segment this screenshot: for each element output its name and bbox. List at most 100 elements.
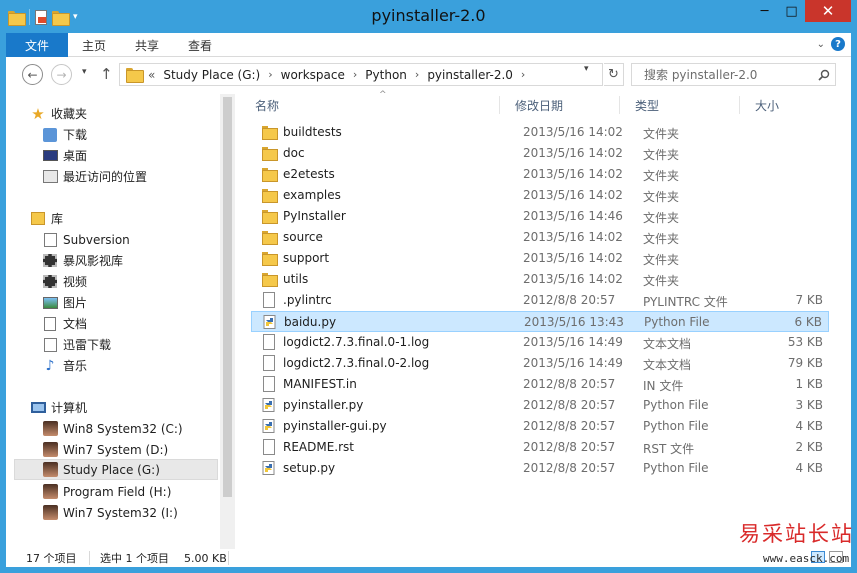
file-type: Python File	[643, 398, 709, 412]
tab-home[interactable]: 主页	[82, 33, 106, 57]
search-icon[interactable]	[818, 69, 830, 81]
file-size: 3 KB	[795, 398, 823, 412]
address-bar[interactable]: « Study Place (G:) › workspace › Python …	[119, 63, 603, 86]
file-row[interactable]: PyInstaller 2013/5/16 14:46 文件夹	[251, 206, 829, 227]
address-history-icon[interactable]: ▾	[584, 64, 589, 74]
nav-item-drive-d[interactable]: Win7 System (D:)	[42, 439, 168, 460]
search-input[interactable]: 搜索 pyinstaller-2.0	[631, 63, 836, 86]
file-row[interactable]: baidu.py 2013/5/16 13:43 Python File 6 KB	[251, 311, 829, 332]
nav-libraries[interactable]: 库	[30, 208, 63, 229]
music-icon: ♪	[45, 357, 55, 374]
file-row[interactable]: setup.py 2012/8/8 20:57 Python File 4 KB	[251, 458, 829, 479]
column-name[interactable]: 名称	[239, 94, 499, 116]
file-name: logdict2.7.3.final.0-1.log	[283, 335, 430, 349]
folder-icon	[261, 145, 278, 161]
nav-item-drive-h[interactable]: Program Field (H:)	[42, 481, 171, 502]
file-row[interactable]: source 2013/5/16 14:02 文件夹	[251, 227, 829, 248]
help-icon[interactable]: ?	[831, 37, 845, 51]
nav-item-subversion[interactable]: Subversion	[42, 229, 130, 250]
forward-button[interactable]: →	[51, 64, 72, 85]
tab-file[interactable]: 文件	[6, 33, 68, 57]
up-button[interactable]: ↑	[100, 65, 113, 83]
nav-item-xunlei[interactable]: 迅雷下载	[42, 334, 111, 355]
file-row[interactable]: doc 2013/5/16 14:02 文件夹	[251, 143, 829, 164]
breadcrumb-workspace[interactable]: workspace	[281, 68, 345, 82]
nav-item-drive-i[interactable]: Win7 System32 (I:)	[42, 502, 178, 523]
breadcrumb-python[interactable]: Python	[365, 68, 407, 82]
recent-locations-icon[interactable]: ▾	[82, 67, 87, 77]
nav-item-drive-c[interactable]: Win8 System32 (C:)	[42, 418, 183, 439]
video-icon	[43, 275, 57, 288]
nav-item-baofeng[interactable]: 暴风影视库	[42, 250, 123, 271]
address-overflow[interactable]: «	[148, 68, 155, 82]
selection-count: 选中 1 个项目	[100, 552, 169, 565]
back-button[interactable]: ←	[22, 64, 43, 85]
maximize-button[interactable]: □	[778, 0, 805, 22]
file-icon	[261, 355, 277, 371]
nav-label: 文档	[63, 317, 88, 331]
file-row[interactable]: buildtests 2013/5/16 14:02 文件夹	[251, 122, 829, 143]
file-name: pyinstaller.py	[283, 398, 364, 412]
breadcrumb-separator-icon[interactable]: ›	[268, 68, 272, 81]
close-button[interactable]: ✕	[805, 0, 851, 22]
nav-label: Program Field (H:)	[63, 484, 172, 499]
expand-ribbon-icon[interactable]: ⌄	[817, 39, 825, 50]
nav-computer[interactable]: 计算机	[30, 397, 87, 418]
title-bar[interactable]: ▾ pyinstaller-2.0 ─ □ ✕	[0, 0, 857, 33]
nav-item-music[interactable]: ♪ 音乐	[42, 355, 87, 376]
nav-item-documents[interactable]: 文档	[42, 313, 87, 334]
file-row[interactable]: examples 2013/5/16 14:02 文件夹	[251, 185, 829, 206]
file-row[interactable]: pyinstaller.py 2012/8/8 20:57 Python File 3…	[251, 395, 829, 416]
file-name: README.rst	[283, 440, 355, 454]
column-date[interactable]: 修改日期	[499, 94, 619, 116]
breadcrumb-drive[interactable]: Study Place (G:)	[163, 68, 260, 82]
nav-item-recent[interactable]: 最近访问的位置	[42, 166, 147, 187]
column-size[interactable]: 大小	[739, 94, 829, 116]
nav-item-desktop[interactable]: 桌面	[42, 145, 87, 166]
file-type: 文件夹	[643, 127, 680, 141]
nav-item-drive-g[interactable]: Study Place (G:)	[14, 459, 218, 480]
column-type[interactable]: 类型	[619, 94, 739, 116]
file-date: 2012/8/8 20:57	[523, 419, 616, 433]
nav-item-pictures[interactable]: 图片	[42, 292, 87, 313]
breadcrumb-separator-icon[interactable]: ›	[353, 68, 357, 81]
nav-label: Win7 System (D:)	[63, 442, 169, 457]
nav-label: 计算机	[51, 401, 88, 415]
explorer-content: ← → ▾ ↑ « Study Place (G:) › workspace ›…	[6, 57, 851, 567]
nav-scrollbar[interactable]	[220, 94, 235, 549]
file-date: 2013/5/16 14:46	[523, 209, 623, 223]
folder-icon	[261, 208, 278, 224]
status-bar: 17 个项目 选中 1 个项目 5.00 KB	[6, 549, 851, 567]
video-library-icon	[43, 254, 57, 267]
refresh-button[interactable]: ↻	[604, 63, 624, 86]
window-controls: ─ □ ✕	[751, 0, 851, 22]
nav-item-downloads[interactable]: 下载	[42, 124, 87, 145]
file-icon	[261, 334, 277, 350]
file-row[interactable]: pyinstaller-gui.py 2012/8/8 20:57 Python F…	[251, 416, 829, 437]
ribbon-controls: ⌄ ?	[817, 37, 845, 51]
file-row[interactable]: e2etests 2013/5/16 14:02 文件夹	[251, 164, 829, 185]
file-row[interactable]: .pylintrc 2012/8/8 20:57 PYLINTRC 文件 7 KB	[251, 290, 829, 311]
file-name: examples	[283, 188, 341, 202]
breadcrumb-current[interactable]: pyinstaller-2.0	[427, 68, 513, 82]
file-date: 2013/5/16 14:02	[523, 167, 623, 181]
file-row[interactable]: utils 2013/5/16 14:02 文件夹	[251, 269, 829, 290]
file-size: 2 KB	[795, 440, 823, 454]
file-row[interactable]: support 2013/5/16 14:02 文件夹	[251, 248, 829, 269]
folder-icon	[261, 229, 278, 245]
nav-item-videos[interactable]: 视频	[42, 271, 87, 292]
file-row[interactable]: logdict2.7.3.final.0-1.log 2013/5/16 14:4…	[251, 332, 829, 353]
computer-icon	[30, 402, 46, 413]
tab-share[interactable]: 共享	[135, 33, 159, 57]
breadcrumb-separator-icon[interactable]: ›	[521, 68, 525, 81]
nav-favorites[interactable]: ★ 收藏夹	[30, 103, 87, 124]
tab-view[interactable]: 查看	[188, 33, 212, 57]
minimize-button[interactable]: ─	[751, 0, 778, 22]
breadcrumb-separator-icon[interactable]: ›	[415, 68, 419, 81]
folder-icon	[261, 166, 278, 182]
file-row[interactable]: MANIFEST.in 2012/8/8 20:57 IN 文件 1 KB	[251, 374, 829, 395]
scrollbar-thumb[interactable]	[223, 97, 232, 497]
watermark-url: www.easck.com	[763, 552, 850, 565]
file-row[interactable]: logdict2.7.3.final.0-2.log 2013/5/16 14:4…	[251, 353, 829, 374]
file-row[interactable]: README.rst 2012/8/8 20:57 RST 文件 2 KB	[251, 437, 829, 458]
